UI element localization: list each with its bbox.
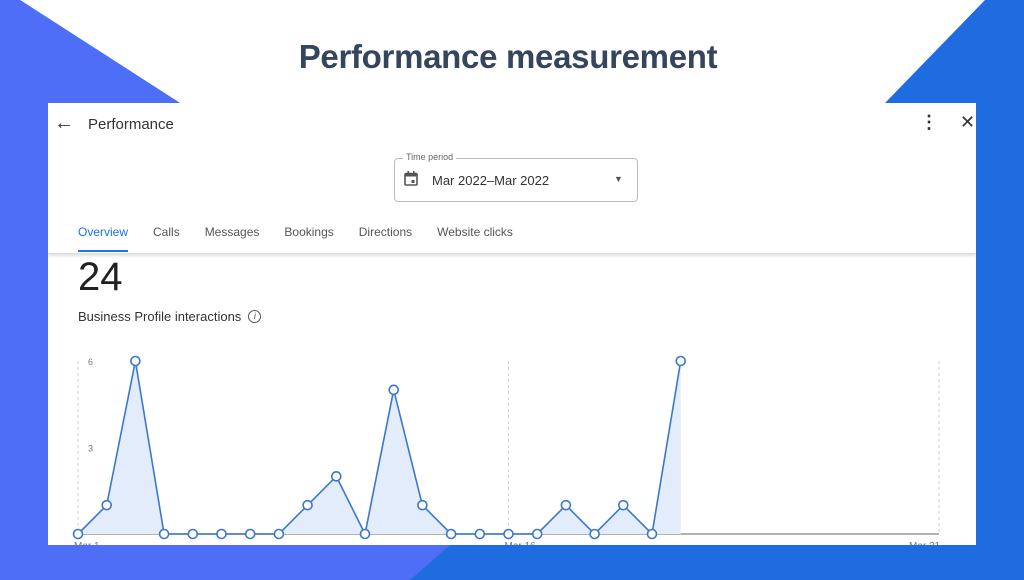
data-point	[244, 528, 256, 540]
data-point	[646, 528, 658, 540]
caret-down-icon: ▼	[614, 174, 623, 184]
time-period-value: Mar 2022–Mar 2022	[432, 173, 550, 188]
area-fill	[78, 361, 681, 534]
tab-bookings[interactable]: Bookings	[284, 225, 333, 252]
data-point	[302, 499, 313, 511]
x-tick-label: Mar 16	[505, 541, 537, 545]
total-interactions: 24	[78, 255, 123, 299]
x-tick-label: Mar 31	[909, 541, 941, 545]
tab-overview[interactable]: Overview	[78, 225, 129, 252]
data-point	[388, 384, 400, 396]
data-point	[560, 499, 572, 511]
more-vert-icon[interactable]: ⋮	[920, 112, 938, 133]
slide-title: Performance measurement	[298, 38, 718, 75]
data-point	[503, 528, 514, 540]
summary-label-row: Business Profile interactions i	[78, 309, 262, 324]
arrow-left-icon[interactable]: ←	[54, 112, 74, 135]
data-point	[474, 528, 486, 540]
performance-panel: Mar 1 Mar 16 Mar 31 3 6 ← Performance ⋮ ✕ Ti…	[48, 103, 976, 545]
data-point	[589, 528, 600, 540]
data-point	[187, 528, 199, 540]
tab-directions[interactable]: Directions	[359, 225, 412, 252]
calendar-icon	[404, 171, 418, 186]
data-point	[330, 471, 342, 482]
tab-website-clicks[interactable]: Website clicks	[437, 225, 513, 252]
panel-title: Performance	[88, 116, 174, 133]
time-period-label: Time period	[403, 152, 457, 162]
data-point	[445, 528, 457, 540]
data-point	[216, 528, 227, 540]
x-tick-label: Mar 1	[74, 541, 100, 545]
data-point	[617, 499, 629, 511]
tab-calls[interactable]: Calls	[153, 225, 180, 252]
time-period-select[interactable]: Time period Mar 2022–Mar 2022 ▼	[394, 152, 638, 202]
info-icon[interactable]: i	[248, 310, 262, 323]
data-point	[158, 528, 170, 540]
data-point	[72, 528, 84, 540]
tab-messages[interactable]: Messages	[205, 225, 260, 252]
y-tick-label: 6	[88, 357, 93, 367]
tab-bar: Overview Calls Messages Bookings Directi…	[78, 225, 538, 252]
data-point	[359, 528, 371, 540]
data-point	[273, 528, 285, 540]
data-point	[130, 355, 141, 367]
y-tick-label: 3	[88, 444, 93, 454]
data-point	[675, 355, 687, 367]
summary-label: Business Profile interactions	[78, 309, 242, 324]
close-icon[interactable]: ✕	[960, 112, 975, 133]
data-point	[417, 499, 428, 511]
data-point	[531, 528, 543, 540]
data-point	[101, 499, 113, 511]
panel-header: ← Performance ⋮ ✕ Time period Mar 2022–M…	[48, 103, 976, 254]
